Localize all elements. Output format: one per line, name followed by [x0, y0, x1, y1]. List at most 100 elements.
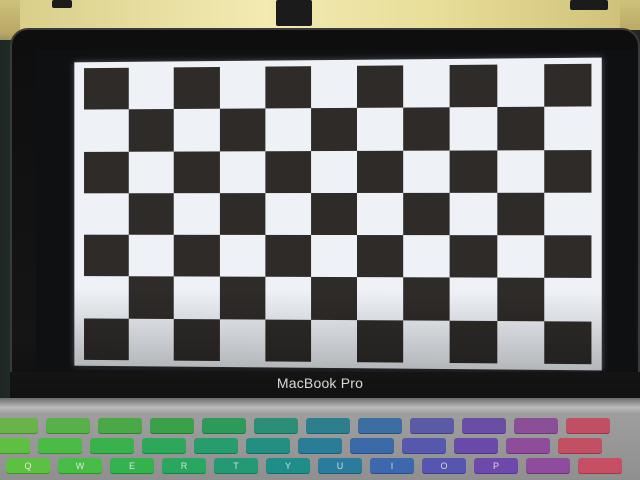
checker-square-light — [357, 192, 404, 236]
checker-square-light — [357, 277, 404, 321]
checker-square-light — [496, 64, 545, 108]
checker-square-light — [357, 107, 404, 151]
laptop-hinge — [0, 398, 640, 414]
keyboard-key — [402, 438, 446, 454]
checker-square-dark — [84, 318, 129, 361]
keyboard-key — [38, 438, 82, 454]
checker-square-dark — [265, 66, 311, 109]
checker-square-dark — [128, 276, 175, 319]
checker-square-light — [544, 278, 592, 322]
checker-square-dark — [84, 67, 129, 110]
keyboard-key — [462, 418, 506, 434]
keyboard: QWERTYUIOP — [0, 414, 640, 480]
keyboard-key: R — [162, 458, 206, 474]
checker-square-dark — [84, 151, 129, 194]
keyboard-key — [98, 418, 142, 434]
keyboard-key — [90, 438, 134, 454]
checker-square-light — [310, 319, 358, 363]
checker-square-light — [450, 277, 497, 321]
checker-square-light — [496, 320, 545, 364]
keyboard-key — [246, 438, 290, 454]
checker-square-light — [496, 149, 545, 193]
keyboard-key — [506, 438, 550, 454]
checker-square-light — [219, 234, 266, 278]
checker-square-dark — [310, 277, 358, 320]
ceiling-fixture — [52, 0, 72, 8]
checker-square-dark — [450, 149, 497, 193]
keyboard-key: P — [474, 458, 518, 474]
checker-square-light — [174, 276, 220, 319]
checker-square-light — [174, 192, 220, 235]
keyboard-key: Q — [6, 458, 50, 474]
checker-square-dark — [544, 235, 592, 279]
checkerboard-grid — [84, 63, 592, 365]
checker-square-dark — [174, 234, 220, 277]
keyboard-key — [578, 458, 622, 474]
checker-square-dark — [403, 277, 451, 321]
checker-square-light — [128, 67, 175, 110]
checker-square-dark — [128, 193, 175, 235]
checker-square-light — [219, 150, 266, 193]
checker-square-dark — [357, 235, 404, 278]
checker-square-dark — [544, 63, 592, 107]
ceiling-light — [20, 0, 620, 30]
keyboard-key — [298, 438, 342, 454]
checker-square-light — [128, 318, 175, 361]
checker-square-light — [403, 150, 451, 193]
keyboard-key — [202, 418, 246, 434]
keyboard-key — [566, 418, 610, 434]
keyboard-key — [350, 438, 394, 454]
checker-square-dark — [496, 106, 545, 150]
checker-square-dark — [174, 66, 220, 110]
checker-square-light — [265, 192, 311, 236]
keyboard-key: I — [370, 458, 414, 474]
checker-square-light — [403, 320, 451, 363]
checker-square-dark — [310, 108, 358, 151]
checker-square-dark — [544, 320, 592, 365]
keyboard-key — [558, 438, 602, 454]
checker-square-dark — [357, 65, 404, 109]
checker-square-light — [310, 65, 358, 109]
checker-square-dark — [174, 318, 220, 361]
checker-square-dark — [403, 192, 451, 236]
checker-square-light — [174, 108, 220, 152]
checker-square-light — [450, 107, 497, 151]
keyboard-key — [0, 438, 30, 454]
keyboard-key — [358, 418, 402, 434]
checker-square-light — [496, 235, 545, 279]
checker-square-dark — [174, 150, 220, 194]
laptop-brand-label: MacBook Pro — [276, 375, 364, 391]
keyboard-key: E — [110, 458, 154, 474]
ceiling-fixture — [276, 0, 312, 26]
checker-square-dark — [450, 320, 497, 364]
checker-square-dark — [219, 276, 266, 320]
checker-square-dark — [496, 278, 545, 321]
keyboard-key — [454, 438, 498, 454]
checkerboard — [74, 57, 602, 373]
keyboard-key — [306, 418, 350, 434]
checker-square-light — [84, 276, 129, 319]
checker-square-light — [403, 64, 451, 108]
checker-square-light — [265, 108, 311, 151]
checker-square-light — [128, 234, 175, 277]
checker-square-dark — [496, 192, 545, 236]
keyboard-key: U — [318, 458, 362, 474]
checker-square-dark — [128, 109, 175, 152]
checker-square-dark — [544, 149, 592, 193]
checker-square-light — [84, 109, 129, 152]
keyboard-key — [526, 458, 570, 474]
checker-square-dark — [310, 192, 358, 236]
checker-square-light — [219, 66, 266, 109]
keyboard-key — [194, 438, 238, 454]
checker-square-light — [450, 192, 497, 236]
checker-square-dark — [265, 319, 311, 362]
checker-square-dark — [357, 319, 404, 363]
checker-square-dark — [450, 64, 497, 108]
keyboard-key — [514, 418, 558, 434]
checker-square-light — [219, 318, 266, 362]
keyboard-key — [142, 438, 186, 454]
checkerboard-wrap — [70, 57, 602, 373]
checker-square-dark — [265, 150, 311, 193]
keyboard-key: O — [422, 458, 466, 474]
keyboard-key — [254, 418, 298, 434]
